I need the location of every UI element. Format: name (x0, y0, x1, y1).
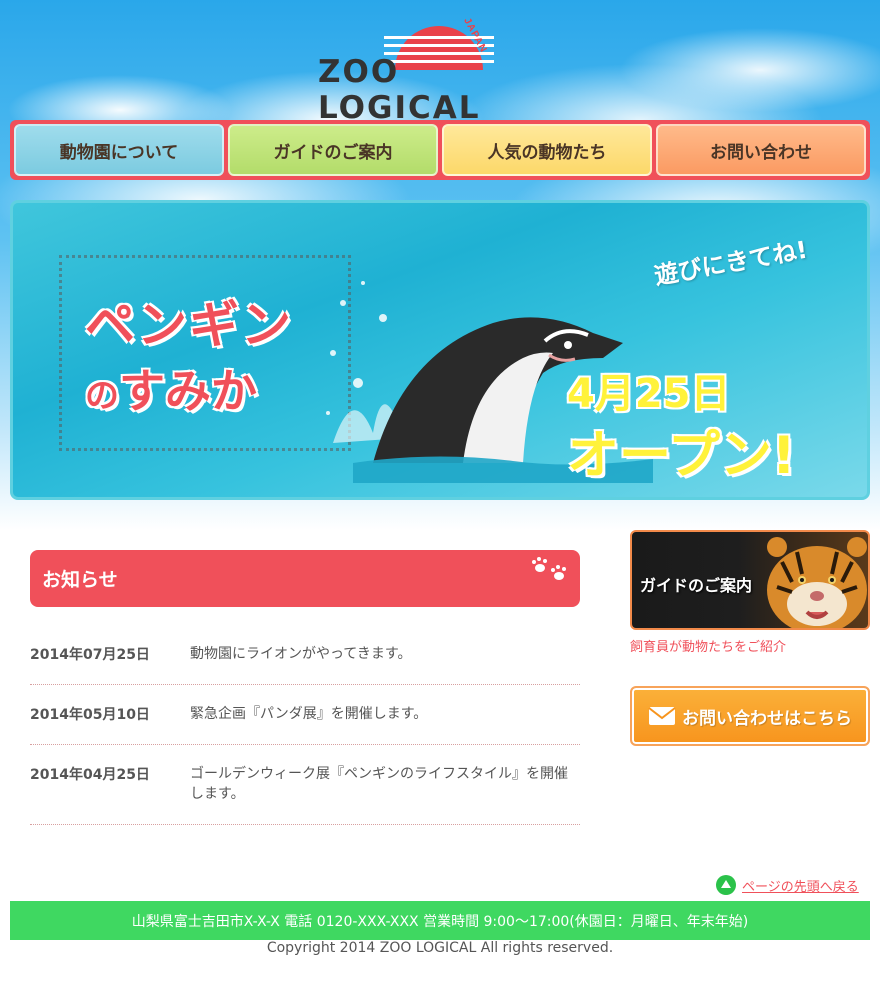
news-heading: お知らせ (30, 550, 580, 607)
contact-button-label: お問い合わせはこちら (682, 708, 852, 729)
arrow-up-icon (716, 875, 736, 895)
back-to-top-label: ページの先頭へ戻る (742, 879, 859, 895)
nav-item-guide[interactable]: ガイドのご案内 (228, 124, 438, 176)
news-heading-label: お知らせ (42, 569, 118, 591)
logo-text: ZOO LOGICAL (318, 54, 481, 126)
hero-title-particle: の (85, 376, 119, 416)
news-item-text: ゴールデンウィーク展『ペンギンのライフスタイル』を開催します。 (190, 766, 568, 802)
news-item[interactable]: 2014年07月25日 動物園にライオンがやってきます。 (30, 644, 580, 685)
main-nav: 動物園について ガイドのご案内 人気の動物たち お問い合わせ (10, 120, 870, 180)
guide-caption: 飼育員が動物たちをご紹介 (630, 640, 787, 655)
news-item-text: 緊急企画『パンダ展』を開催します。 (190, 706, 428, 722)
hero-title-word: すみか (119, 364, 257, 418)
footer-info-text: 山梨県富士吉田市X-X-X 電話 0120-XXX-XXX 営業時間 9:00〜… (131, 913, 749, 930)
hero-open: オープン! (567, 426, 796, 486)
hero-subtitle: 遊びにきてね! (652, 235, 810, 291)
hero-date: 4月25日 (567, 371, 731, 417)
nav-item-about[interactable]: 動物園について (14, 124, 224, 176)
paw-icon (532, 557, 566, 580)
hero-title-line1: ペンギン (85, 296, 293, 354)
hero-banner: ペンギン のすみか 遊びにきてね! 4月25日 オープン! (10, 200, 870, 500)
hero-title-line2: のすみか (85, 355, 257, 421)
news-item-text: 動物園にライオンがやってきます。 (190, 646, 412, 662)
footer-info-bar: 山梨県富士吉田市X-X-X 電話 0120-XXX-XXX 営業時間 9:00〜… (10, 901, 870, 940)
nav-item-animals[interactable]: 人気の動物たち (442, 124, 652, 176)
news-item-date: 2014年04月25日 (30, 767, 150, 783)
copyright-text: Copyright 2014 ZOO LOGICAL All rights re… (266, 940, 614, 956)
mail-icon (648, 707, 676, 725)
guide-banner[interactable]: ガイドのご案内 (630, 530, 870, 630)
news-item-date: 2014年07月25日 (30, 647, 150, 663)
tiger-image (767, 537, 867, 628)
news-item-date: 2014年05月10日 (30, 707, 150, 723)
news-item[interactable]: 2014年04月25日 ゴールデンウィーク展『ペンギンのライフスタイル』を開催し… (30, 764, 580, 825)
back-to-top-link[interactable]: ページの先頭へ戻る (716, 874, 859, 896)
news-item[interactable]: 2014年05月10日 緊急企画『パンダ展』を開催します。 (30, 704, 580, 745)
nav-item-contact[interactable]: お問い合わせ (656, 124, 866, 176)
news-section: お知らせ 2014年07月25日 動物園にライオンがやってきます。 2014年0… (10, 530, 600, 850)
guide-banner-label: ガイドのご案内 (640, 576, 753, 595)
contact-button[interactable]: お問い合わせはこちら (630, 686, 870, 746)
site-logo[interactable]: JAPAN ZOO LOGICAL (318, 16, 568, 126)
